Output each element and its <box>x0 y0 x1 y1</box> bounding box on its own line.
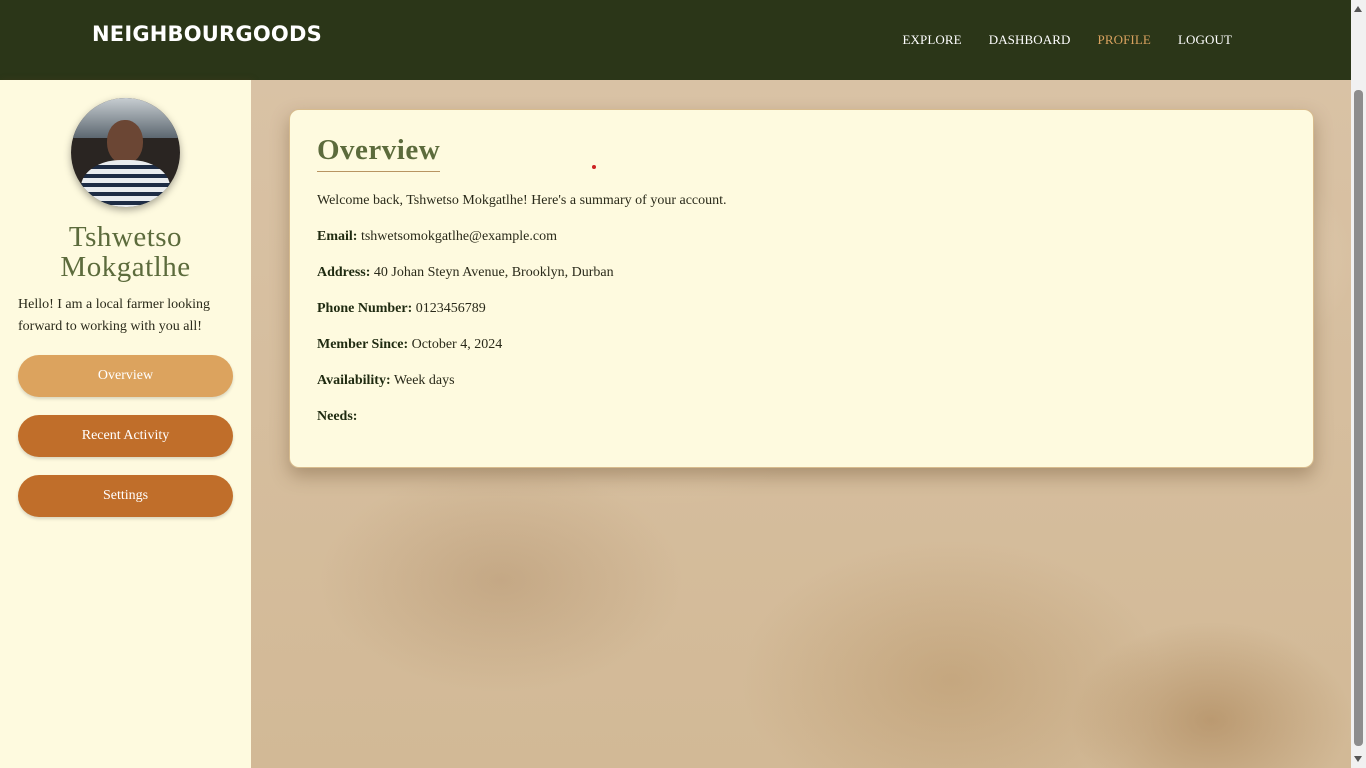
overview-title: Overview <box>317 134 441 172</box>
site-logo[interactable]: NEIGHBOURGOODS <box>92 22 322 46</box>
needs-row: Needs: <box>317 409 357 425</box>
phone-label: Phone Number: <box>317 301 413 316</box>
needs-label: Needs: <box>317 409 358 424</box>
main-nav: EXPLORE DASHBOARD PROFILE LOGOUT <box>903 32 1233 48</box>
address-value: 40 Johan Steyn Avenue, Brooklyn, Durban <box>373 265 614 280</box>
cursor-dot <box>592 165 596 169</box>
profile-sidebar: Tshwetso Mokgatlhe Hello! I am a local f… <box>0 80 251 768</box>
address-label: Address: <box>317 265 371 280</box>
nav-profile[interactable]: PROFILE <box>1098 32 1151 48</box>
settings-button[interactable]: Settings <box>18 475 233 517</box>
address-row: Address: 40 Johan Steyn Avenue, Brooklyn… <box>317 265 614 281</box>
email-label: Email: <box>317 229 358 244</box>
phone-value: 0123456789 <box>415 301 486 316</box>
scroll-thumb[interactable] <box>1354 90 1363 746</box>
nav-logout[interactable]: LOGOUT <box>1178 32 1232 48</box>
phone-row: Phone Number: 0123456789 <box>317 301 486 317</box>
nav-dashboard[interactable]: DASHBOARD <box>989 32 1071 48</box>
welcome-text: Welcome back, Tshwetso Mokgatlhe! Here's… <box>317 193 727 208</box>
profile-name: Tshwetso Mokgatlhe <box>60 221 191 283</box>
avatar-head <box>107 120 143 164</box>
overview-button[interactable]: Overview <box>18 355 233 397</box>
availability-row: Availability: Week days <box>317 373 455 389</box>
member-since-value: October 4, 2024 <box>411 337 503 352</box>
email-row: Email: tshwetsomokgatlhe@example.com <box>317 229 557 245</box>
scroll-down-arrow-icon[interactable] <box>1354 756 1362 762</box>
availability-value: Week days <box>393 373 455 388</box>
top-navbar: NEIGHBOURGOODS EXPLORE DASHBOARD PROFILE… <box>0 0 1351 80</box>
member-since-label: Member Since: <box>317 337 409 352</box>
nav-explore[interactable]: EXPLORE <box>903 32 962 48</box>
availability-label: Availability: <box>317 373 391 388</box>
recent-activity-button[interactable]: Recent Activity <box>18 415 233 457</box>
email-value: tshwetsomokgatlhe@example.com <box>360 229 557 244</box>
member-since-row: Member Since: October 4, 2024 <box>317 337 502 353</box>
avatar-shirt <box>81 160 170 207</box>
overview-card: Overview Welcome back, Tshwetso Mokgatlh… <box>289 109 1314 468</box>
profile-bio: Hello! I am a local farmer looking forwa… <box>18 297 211 334</box>
scroll-up-arrow-icon[interactable] <box>1354 6 1362 12</box>
page-scrollbar[interactable] <box>1351 0 1366 768</box>
profile-avatar <box>71 98 180 207</box>
